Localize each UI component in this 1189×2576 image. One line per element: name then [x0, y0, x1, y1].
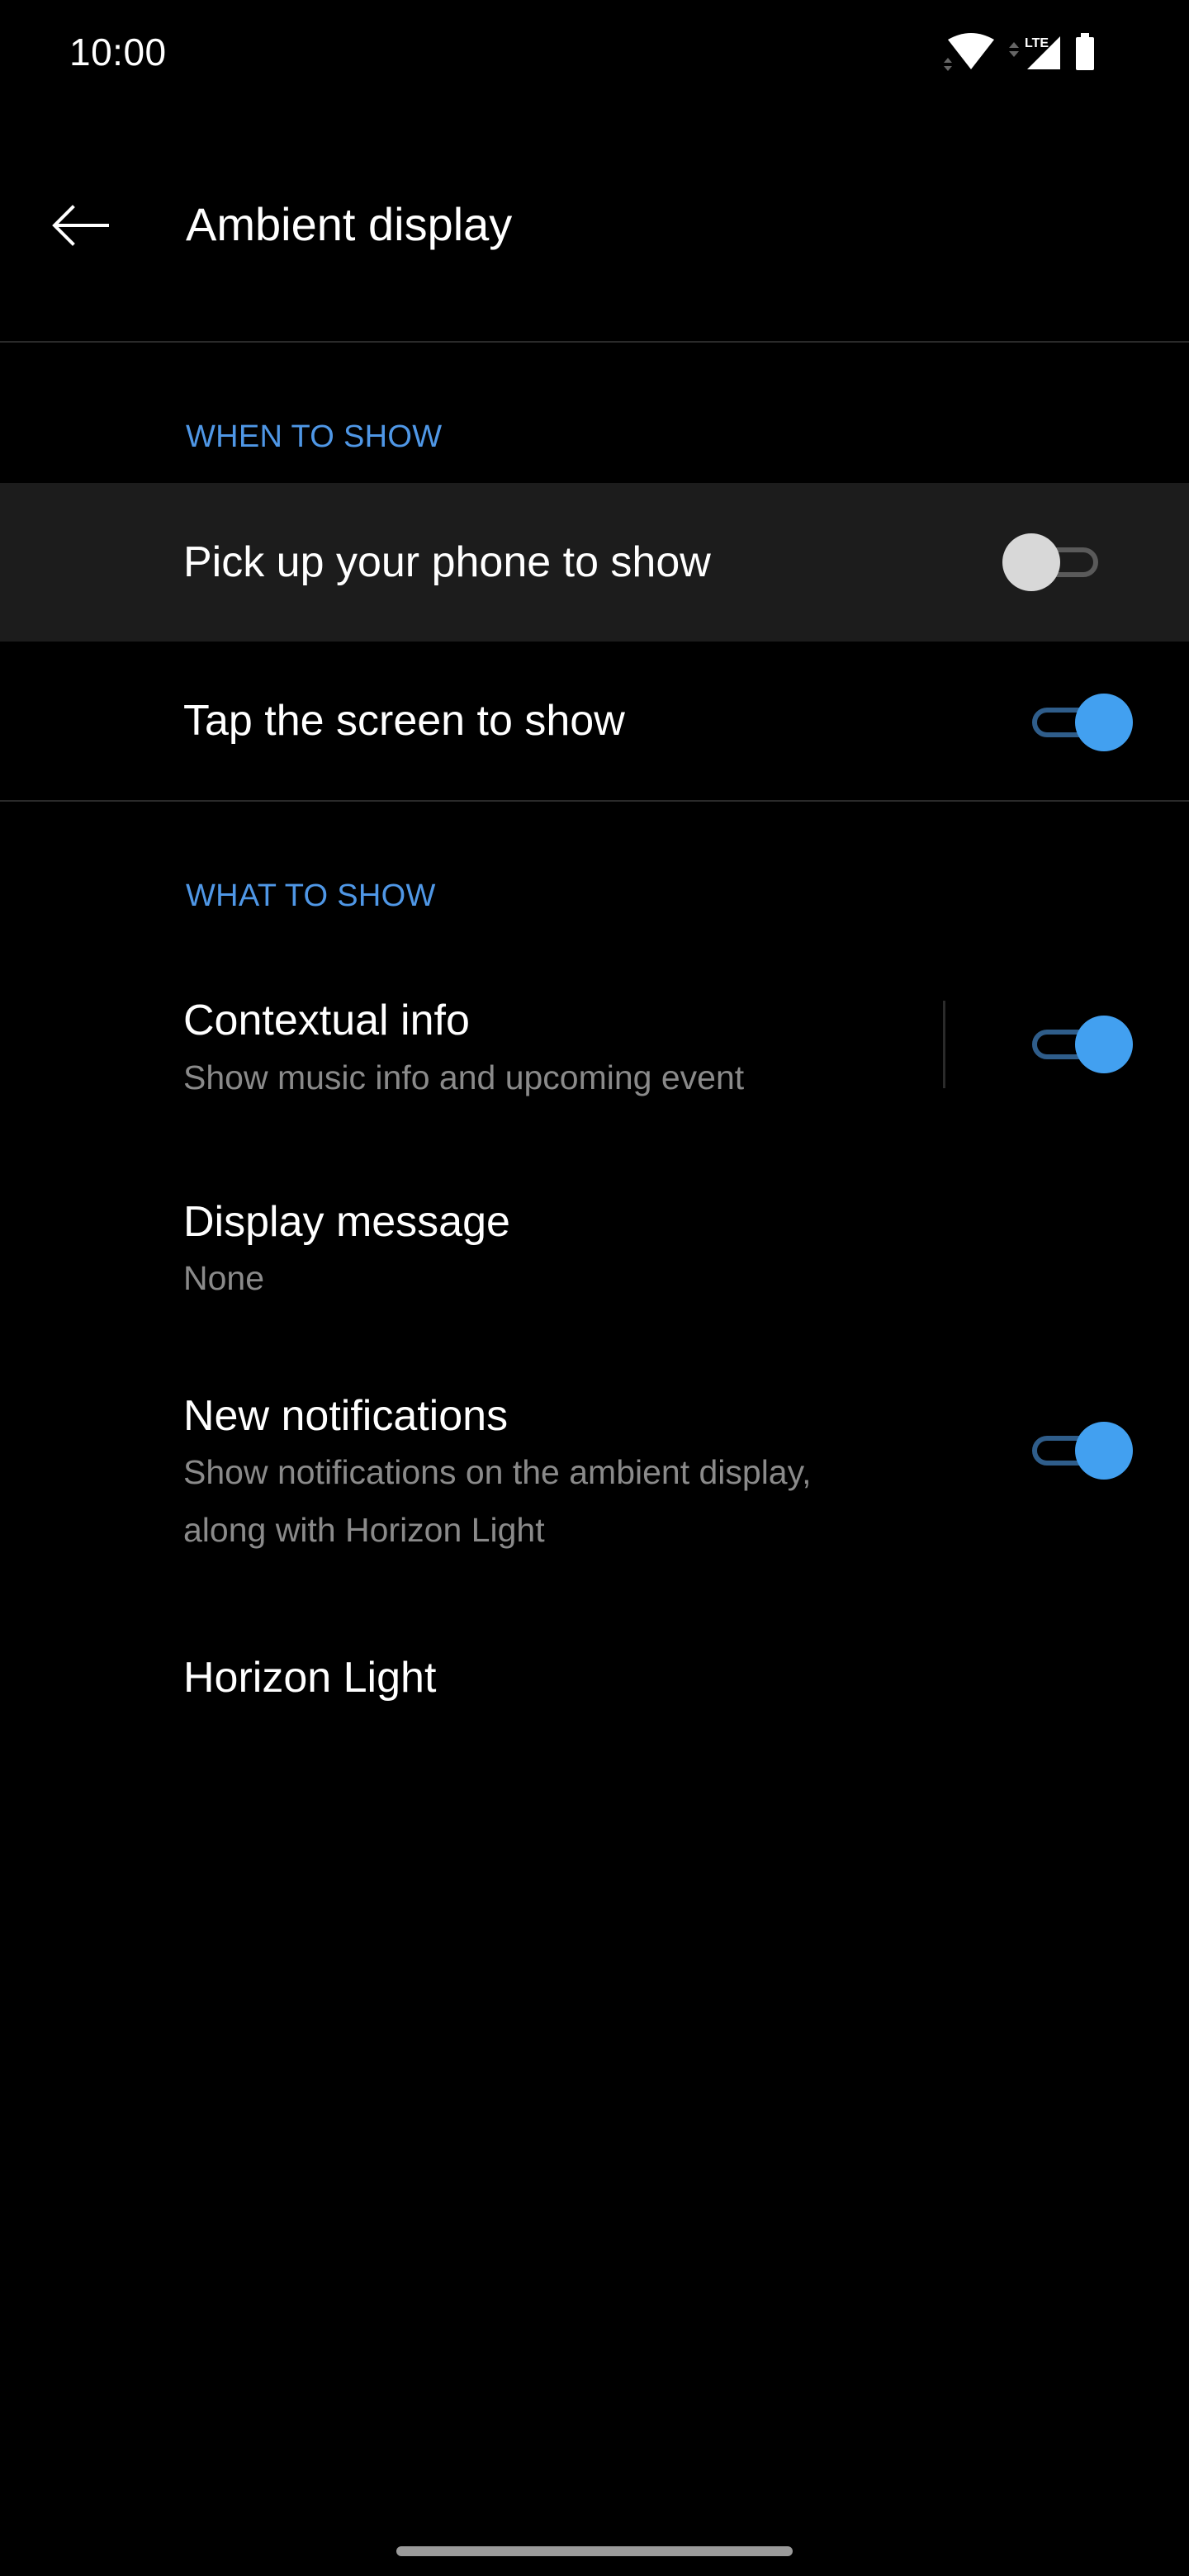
setting-contextual-info[interactable]: Contextual info Show music info and upco…	[0, 966, 1189, 1123]
back-button[interactable]	[41, 186, 121, 265]
data-activity-icon	[1009, 42, 1019, 57]
lte-label: LTE	[1025, 36, 1049, 50]
battery-icon	[1076, 33, 1094, 70]
contextual-info-toggle[interactable]	[1021, 1015, 1133, 1074]
setting-title: Horizon Light	[183, 1654, 437, 1702]
section-header-when-to-show: WHEN TO SHOW	[186, 419, 443, 454]
setting-title: Pick up your phone to show	[183, 538, 711, 586]
status-time: 10:00	[69, 31, 167, 73]
setting-title: Display message	[183, 1198, 510, 1246]
setting-subtitle: Show music info and upcoming event	[183, 1058, 745, 1096]
setting-display-message[interactable]: Display message None	[0, 1164, 1189, 1321]
setting-title: Tap the screen to show	[183, 697, 625, 745]
vertical-divider	[943, 1001, 945, 1088]
section-divider	[0, 800, 1189, 802]
section-header-what-to-show: WHAT TO SHOW	[186, 878, 436, 913]
toggle-thumb	[1075, 1422, 1133, 1480]
gesture-navigation-bar[interactable]	[396, 2546, 793, 2556]
setting-tap-screen-to-show[interactable]: Tap the screen to show	[0, 642, 1189, 800]
setting-subtitle-line-1: Show notifications on the ambient displa…	[183, 1453, 812, 1491]
setting-title: New notifications	[183, 1392, 509, 1440]
new-notifications-toggle[interactable]	[1021, 1421, 1133, 1480]
wifi-icon	[944, 33, 994, 71]
setting-new-notifications[interactable]: New notifications Show notifications on …	[0, 1354, 1189, 1569]
setting-subtitle-line-2: along with Horizon Light	[183, 1511, 545, 1549]
pick-up-toggle[interactable]	[1002, 533, 1115, 592]
arrow-left-icon	[52, 205, 109, 246]
setting-title: Contextual info	[183, 997, 470, 1044]
tap-screen-toggle[interactable]	[1021, 693, 1133, 752]
setting-horizon-light[interactable]: Horizon Light	[0, 1602, 1189, 1750]
status-icons-svg: LTE	[944, 33, 1094, 71]
status-icons: LTE	[941, 30, 1139, 76]
toggle-thumb	[1075, 694, 1133, 751]
page-title: Ambient display	[186, 198, 513, 250]
toggle-thumb	[1075, 1016, 1133, 1073]
setting-subtitle: None	[183, 1259, 265, 1297]
header-divider	[0, 341, 1189, 343]
toggle-thumb	[1002, 533, 1060, 591]
setting-pick-up-to-show[interactable]: Pick up your phone to show	[0, 483, 1189, 642]
